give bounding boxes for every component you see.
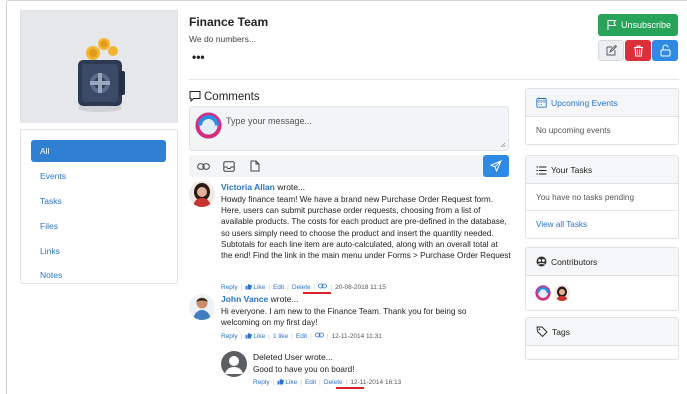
nav-item-events[interactable]: Events <box>31 165 166 187</box>
your-tasks-card: Your Tasks You have no tasks pending Vie… <box>525 155 679 239</box>
comments-title: Comments <box>204 91 260 103</box>
edit-link[interactable]: Edit <box>273 284 284 291</box>
group-nav: All Events Tasks Files Links Notes <box>20 129 178 284</box>
calendar-icon <box>536 97 547 108</box>
edit-group-button[interactable] <box>598 40 624 61</box>
edit-link[interactable]: Edit <box>296 333 307 340</box>
comment-timestamp: 20-08-2018 11:15 <box>335 284 386 291</box>
contributor-avatar[interactable] <box>535 285 551 301</box>
contributor-avatar[interactable] <box>554 285 570 301</box>
permalink-icon[interactable] <box>314 332 324 340</box>
upcoming-events-header[interactable]: Upcoming Events <box>526 89 678 117</box>
tags-card: Tags <box>525 317 679 360</box>
send-icon <box>490 160 502 172</box>
like-button[interactable]: Like <box>245 283 265 291</box>
file-icon <box>250 160 260 172</box>
list-icon <box>536 166 547 175</box>
thumbs-up-icon <box>245 332 253 339</box>
likes-count[interactable]: 1 like <box>273 333 288 340</box>
nav-item-files[interactable]: Files <box>31 215 166 237</box>
comment-avatar <box>189 181 215 207</box>
more-options-button[interactable]: ••• <box>192 51 205 63</box>
attach-file-button[interactable] <box>247 158 263 174</box>
resize-handle-icon[interactable] <box>500 142 506 148</box>
attach-media-button[interactable] <box>221 158 237 174</box>
delete-highlight <box>336 387 364 389</box>
reply-link[interactable]: Reply <box>253 379 270 386</box>
tags-title: Tags <box>552 327 570 337</box>
comment-input[interactable] <box>226 112 496 130</box>
nav-item-tasks[interactable]: Tasks <box>31 190 166 212</box>
unsubscribe-button[interactable]: Unsubscribe <box>598 14 678 36</box>
current-user-avatar <box>195 112 222 139</box>
comment-actions: Reply | Like | Edit | Delete | 12-11-2014 16:13 <box>253 378 402 386</box>
permalink-icon[interactable] <box>318 283 328 291</box>
header-divider <box>189 79 679 80</box>
speech-bubble-icon <box>189 91 201 103</box>
comment-body: Good to have you on board! <box>253 365 355 374</box>
author-name: Deleted User <box>253 352 303 362</box>
your-tasks-title: Your Tasks <box>551 165 593 175</box>
unlock-icon <box>660 44 670 57</box>
nav-item-notes[interactable]: Notes <box>31 264 166 286</box>
group-subtitle: We do numbers... <box>189 34 256 44</box>
nav-item-all[interactable]: All <box>31 140 166 162</box>
delete-link[interactable]: Delete <box>324 379 343 386</box>
thumbs-up-icon <box>245 283 253 290</box>
tags-header: Tags <box>526 318 678 346</box>
lock-group-button[interactable] <box>652 40 678 61</box>
group-title: Finance Team <box>189 15 269 29</box>
upcoming-events-title: Upcoming Events <box>551 98 618 108</box>
author-name-link[interactable]: John Vance <box>221 294 268 304</box>
inbox-icon <box>223 160 235 172</box>
tag-icon <box>536 326 548 338</box>
group-image <box>20 10 178 123</box>
deleted-user-avatar <box>221 351 247 377</box>
author-name-link[interactable]: Victoria Allan <box>221 182 275 192</box>
composer-toolbar <box>189 155 509 177</box>
comment-author: Victoria Allan wrote... <box>221 182 306 192</box>
delete-group-button[interactable] <box>625 40 651 61</box>
thumbs-up-icon <box>277 378 285 385</box>
delete-link[interactable]: Delete <box>292 284 311 291</box>
comment-author: Deleted User wrote... <box>253 352 333 362</box>
comments-heading: Comments <box>189 90 260 103</box>
link-icon <box>196 162 210 170</box>
contributors-header: Contributors <box>526 248 678 276</box>
comment-actions: Reply | Like | Edit | Delete | | 20-08-2018 11:15 <box>221 283 386 291</box>
contributors-card: Contributors <box>525 247 679 311</box>
flag-icon <box>607 20 617 30</box>
no-events-text: No upcoming events <box>536 126 611 135</box>
edit-icon <box>606 45 617 56</box>
upcoming-events-card: Upcoming Events No upcoming events <box>525 88 679 145</box>
comment-timestamp: 12-11-2014 16:13 <box>350 379 402 386</box>
send-comment-button[interactable] <box>483 155 509 177</box>
like-button[interactable]: Like <box>245 332 265 340</box>
no-tasks-text: You have no tasks pending <box>526 184 678 211</box>
delete-highlight <box>303 292 331 294</box>
like-button[interactable]: Like <box>277 378 297 386</box>
reply-link[interactable]: Reply <box>221 333 238 340</box>
view-all-tasks-link[interactable]: View all Tasks <box>526 211 678 238</box>
nav-item-links[interactable]: Links <box>31 240 166 262</box>
comment-timestamp: 12-11-2014 11:31 <box>331 333 382 340</box>
contributors-title: Contributors <box>551 257 598 267</box>
attach-link-button[interactable] <box>195 158 211 174</box>
edit-link[interactable]: Edit <box>305 379 316 386</box>
unsubscribe-label: Unsubscribe <box>620 20 671 30</box>
users-icon <box>536 256 547 267</box>
trash-icon <box>633 45 643 56</box>
your-tasks-header: Your Tasks <box>526 156 678 184</box>
comment-composer <box>189 106 509 151</box>
comment-avatar <box>189 294 215 320</box>
reply-link[interactable]: Reply <box>221 284 238 291</box>
comment-body: Hi everyone. I am new to the Finance Tea… <box>221 307 467 328</box>
comment-body: Howdy finance team! We have a brand new … <box>221 195 511 261</box>
comment-actions: Reply | Like | 1 like | Edit | | 12-11-2014 11:31 <box>221 332 382 340</box>
comment-author: John Vance wrote... <box>221 294 299 304</box>
